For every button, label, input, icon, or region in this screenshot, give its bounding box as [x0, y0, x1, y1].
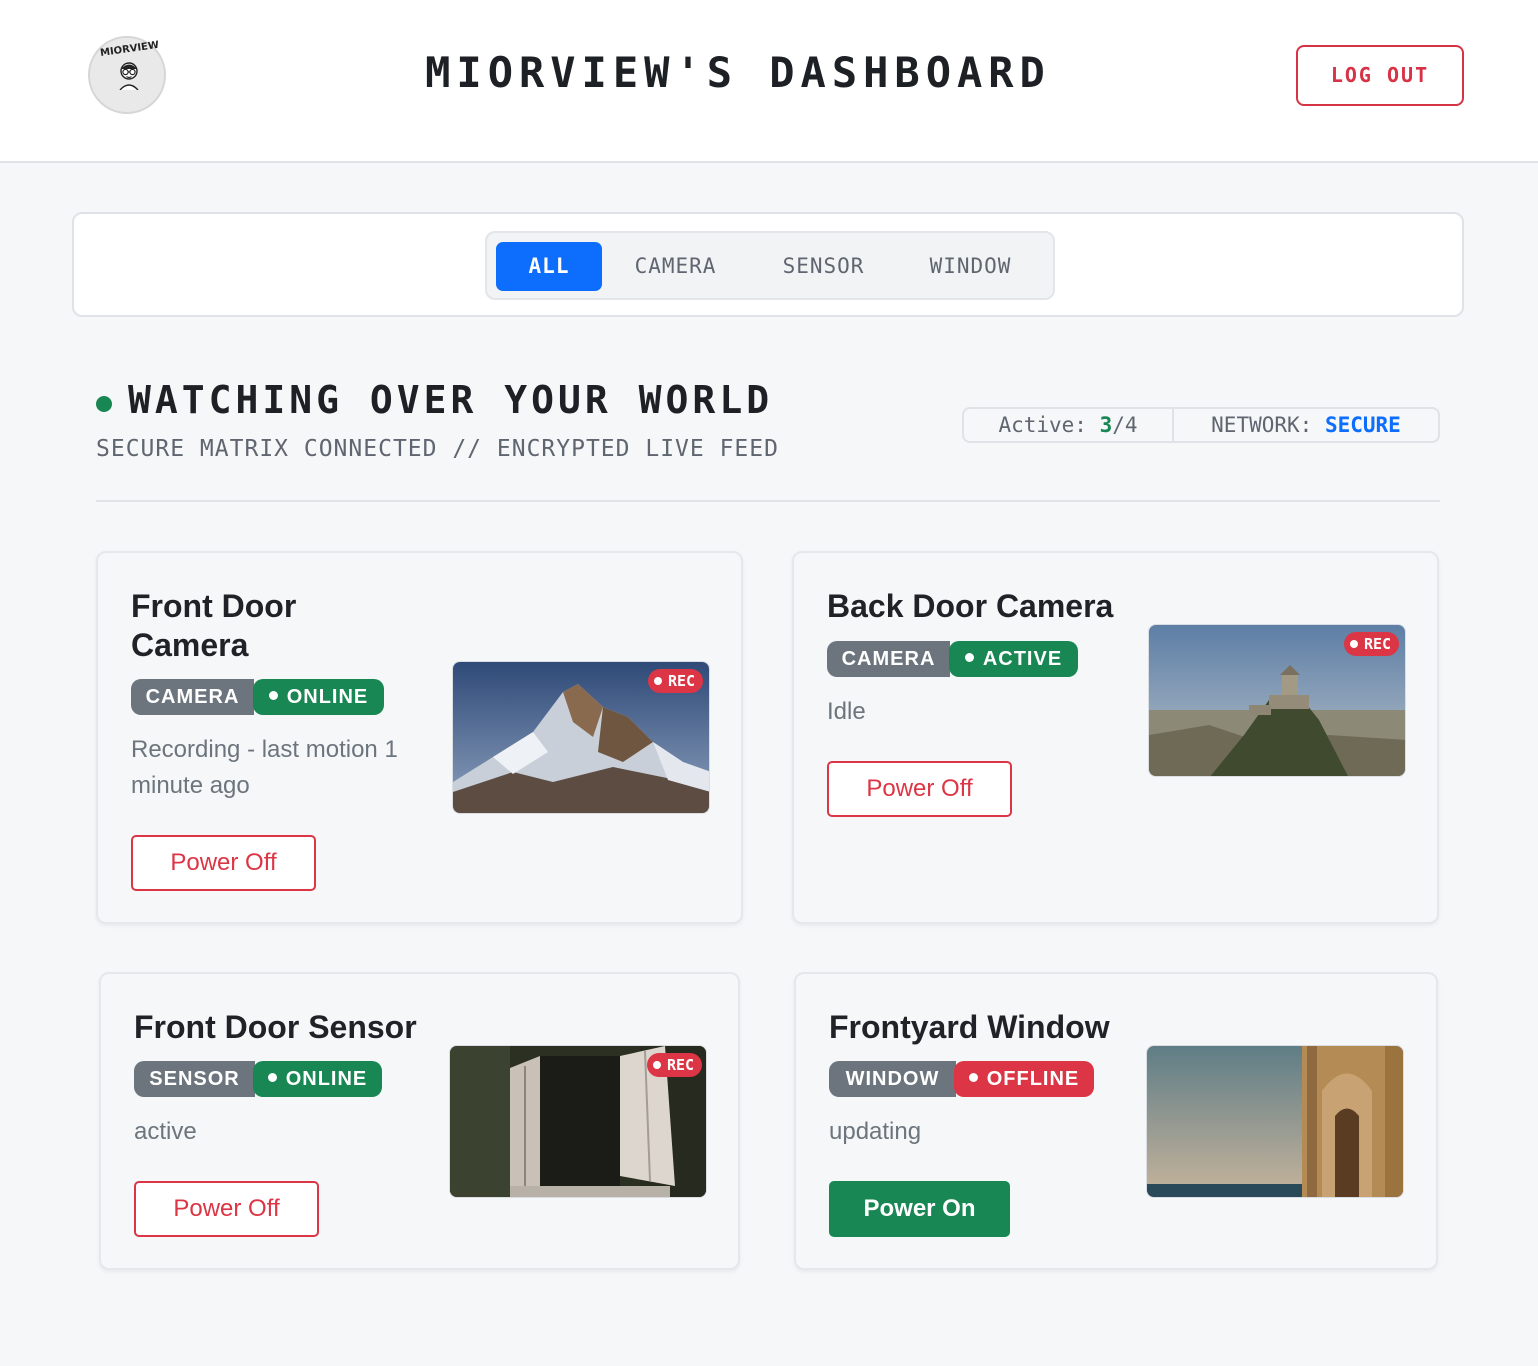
device-type-badge: CAMERA: [131, 679, 254, 715]
section-divider: [96, 500, 1440, 502]
section-subtitle: SECURE MATRIX CONNECTED // ENCRYPTED LIV…: [96, 436, 779, 462]
device-status-detail: Idle: [827, 698, 866, 725]
top-header: MIORVIEW MIORVIEW'S DASHBOARD LOG OUT: [0, 0, 1538, 163]
status-badge: ACTIVE: [949, 641, 1078, 677]
rec-dot-icon: [653, 1060, 661, 1069]
filter-panel: ALL CAMERA SENSOR WINDOW: [72, 212, 1464, 317]
camera-feed-thumbnail[interactable]: [1146, 1045, 1404, 1198]
tab-sensor[interactable]: SENSOR: [765, 242, 882, 291]
status-summary: Active: 3/4 NETWORK: SECURE: [962, 407, 1440, 443]
rec-indicator: REC: [1344, 632, 1400, 656]
device-name: Back Door Camera: [827, 588, 1114, 624]
tab-camera[interactable]: CAMERA: [617, 242, 734, 291]
sea-doorway-image: [1147, 1046, 1403, 1197]
device-type-badge: SENSOR: [134, 1061, 255, 1097]
power-off-button[interactable]: Power Off: [134, 1181, 319, 1237]
power-on-button[interactable]: Power On: [829, 1181, 1010, 1237]
active-count: Active: 3/4: [964, 409, 1174, 441]
status-dot-icon: [964, 653, 974, 663]
network-status: NETWORK: SECURE: [1211, 413, 1401, 437]
device-status-detail: Recording - last motion 1 minute ago: [131, 736, 398, 799]
power-off-button[interactable]: Power Off: [827, 761, 1012, 817]
power-off-button[interactable]: Power Off: [131, 835, 316, 891]
device-card: Frontyard Window WINDOW OFFLINE updating…: [794, 972, 1438, 1270]
camera-feed-thumbnail[interactable]: REC: [449, 1045, 707, 1198]
section-title: WATCHING OVER YOUR WORLD: [128, 378, 774, 422]
device-filter-tabs: ALL CAMERA SENSOR WINDOW: [485, 231, 1055, 300]
rec-indicator: REC: [647, 1053, 703, 1077]
tab-window[interactable]: WINDOW: [912, 242, 1029, 291]
status-dot-icon: [267, 1073, 277, 1083]
live-status-dot: [96, 396, 112, 412]
device-type-badge: CAMERA: [827, 641, 950, 677]
status-dot-icon: [268, 691, 278, 701]
device-card: Back Door Camera CAMERA ACTIVE Idle Powe…: [792, 551, 1439, 924]
device-card: Front Door Sensor SENSOR ONLINE active P…: [99, 972, 740, 1270]
device-type-badge: WINDOW: [829, 1061, 956, 1097]
tab-all[interactable]: ALL: [496, 242, 602, 291]
device-card: Front Door Camera CAMERA ONLINE Recordin…: [96, 551, 743, 924]
status-dot-icon: [968, 1073, 978, 1083]
logout-button[interactable]: LOG OUT: [1296, 45, 1464, 106]
camera-feed-thumbnail[interactable]: REC: [452, 661, 710, 814]
page-title: MIORVIEW'S DASHBOARD: [425, 48, 1051, 97]
status-badge: ONLINE: [253, 679, 384, 715]
camera-feed-thumbnail[interactable]: REC: [1148, 624, 1406, 777]
status-badge: ONLINE: [253, 1061, 382, 1097]
device-name: Front Door Camera: [131, 588, 297, 663]
device-name: Frontyard Window: [829, 1009, 1110, 1045]
status-badge: OFFLINE: [954, 1061, 1094, 1097]
device-status-detail: updating: [829, 1118, 922, 1145]
rec-dot-icon: [654, 676, 662, 685]
device-name: Front Door Sensor: [134, 1009, 417, 1045]
rec-dot-icon: [1350, 639, 1358, 648]
rec-indicator: REC: [648, 669, 704, 693]
device-status-detail: active: [134, 1118, 197, 1145]
